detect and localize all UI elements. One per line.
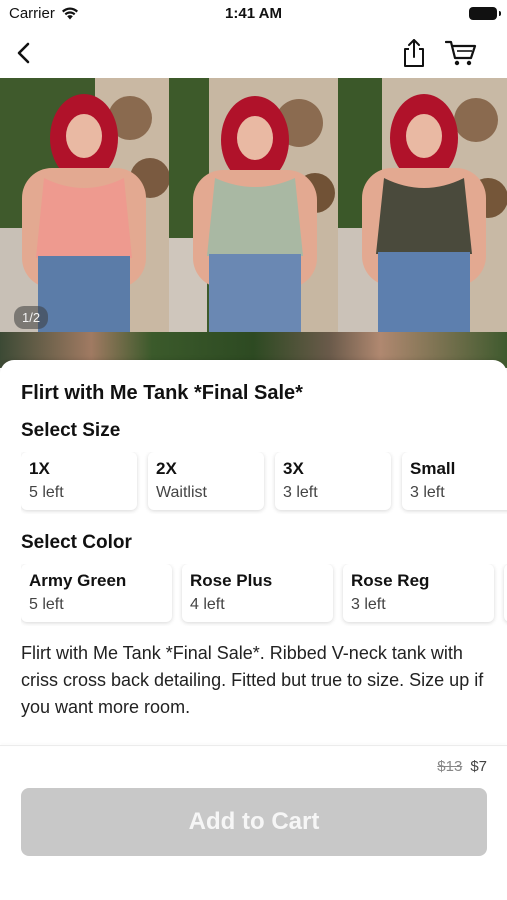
product-description: Flirt with Me Tank *Final Sale*. Ribbed … [21, 643, 484, 717]
product-image-pink [0, 78, 169, 332]
size-option-3x[interactable]: 3X 3 left [275, 452, 391, 510]
size-option-1x[interactable]: 1X 5 left [21, 452, 137, 510]
back-button[interactable] [7, 36, 41, 70]
cart-icon [445, 40, 477, 66]
product-details-sheet: Flirt with Me Tank *Final Sale* Select S… [0, 360, 507, 900]
product-title: Flirt with Me Tank *Final Sale* [21, 382, 303, 404]
select-color-heading: Select Color [21, 532, 132, 553]
color-option-army-green[interactable]: Army Green 5 left [21, 564, 172, 622]
color-option-rose-reg[interactable]: Rose Reg 3 left [343, 564, 494, 622]
color-options[interactable]: Army Green 5 left Rose Plus 4 left Rose … [21, 564, 507, 626]
price-row: $13 $7 [437, 758, 487, 775]
original-price: $13 [437, 758, 463, 775]
size-name: Small [410, 459, 456, 478]
product-image-army-green [338, 78, 507, 332]
gallery-page-indicator: 1/2 [14, 306, 49, 329]
size-name: 3X [283, 459, 304, 478]
color-name: Rose Plus [190, 571, 273, 590]
color-stock: 5 left [29, 596, 64, 613]
size-stock: 3 left [410, 484, 445, 501]
divider [0, 745, 507, 746]
nav-bar [0, 28, 507, 78]
color-name: Army Green [29, 571, 127, 590]
cart-button[interactable] [444, 36, 478, 70]
status-bar: Carrier 1:41 AM [0, 0, 507, 28]
status-time: 1:41 AM [225, 5, 282, 22]
color-name: Rose Reg [351, 571, 430, 590]
battery-icon [469, 7, 501, 20]
color-stock: 4 left [190, 596, 225, 613]
share-icon [404, 39, 424, 67]
share-button[interactable] [397, 36, 431, 70]
select-size-heading: Select Size [21, 420, 121, 441]
sale-price: $7 [470, 758, 487, 775]
size-option-small[interactable]: Small 3 left [402, 452, 507, 510]
product-image-sage [169, 78, 338, 332]
color-stock: 3 left [351, 596, 386, 613]
size-options[interactable]: 1X 5 left 2X Waitlist 3X 3 left Small 3 … [21, 452, 507, 514]
add-to-cart-button[interactable]: Add to Cart [21, 788, 487, 856]
color-option-rose-plus[interactable]: Rose Plus 4 left [182, 564, 333, 622]
size-stock: 3 left [283, 484, 318, 501]
product-image-gallery[interactable]: 1/2 [0, 78, 507, 368]
chevron-left-icon [17, 42, 30, 64]
size-option-2x[interactable]: 2X Waitlist [148, 452, 264, 510]
size-stock: 5 left [29, 484, 64, 501]
size-stock: Waitlist [156, 484, 207, 501]
size-name: 1X [29, 459, 50, 478]
size-name: 2X [156, 459, 177, 478]
